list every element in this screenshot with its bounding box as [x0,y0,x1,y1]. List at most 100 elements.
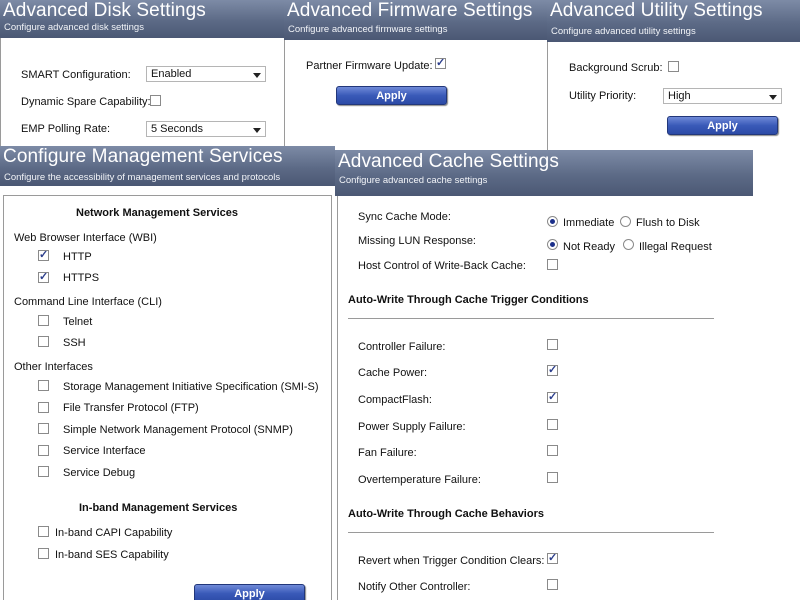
host-control-checkbox[interactable] [547,259,558,270]
smart-config-label: SMART Configuration: [21,69,131,81]
controller-failure-label: Controller Failure: [358,341,446,353]
section-divider [348,318,714,319]
https-label: HTTPS [63,272,100,284]
http-label: HTTP [63,251,92,263]
panel-border-right [331,195,332,600]
service-interface-checkbox[interactable] [38,445,49,456]
emp-polling-value: 5 Seconds [151,123,203,135]
host-control-label: Host Control of Write-Back Cache: [358,260,526,272]
disk-settings-panel: Advanced Disk Settings Configure advance… [0,0,285,146]
management-services-header: Configure Management Services Configure … [0,146,335,186]
smis-label: Storage Management Initiative Specificat… [63,381,319,393]
panel-title: Configure Management Services [3,146,283,167]
inband-ses-label: In-band SES Capability [55,549,169,561]
fan-failure-checkbox[interactable] [547,445,558,456]
service-debug-checkbox[interactable] [38,466,49,477]
service-interface-label: Service Interface [63,445,146,457]
divider [284,40,285,146]
chevron-down-icon [769,95,777,100]
smis-checkbox[interactable] [38,380,49,391]
panel-title: Advanced Disk Settings [3,0,206,21]
utility-settings-panel: Advanced Utility Settings Configure adva… [547,0,800,152]
ftp-checkbox[interactable] [38,402,49,413]
ssh-label: SSH [63,337,86,349]
notify-controller-checkbox[interactable] [547,579,558,590]
missing-lun-label: Missing LUN Response: [358,235,476,247]
dynamic-spare-label: Dynamic Spare Capability: [21,96,151,108]
inband-ses-checkbox[interactable] [38,548,49,559]
emp-polling-select[interactable]: 5 Seconds [146,121,266,137]
lun-illegal-request-label: Illegal Request [639,241,712,253]
ftp-label: File Transfer Protocol (FTP) [63,402,199,414]
psu-failure-label: Power Supply Failure: [358,421,466,433]
smart-config-select[interactable]: Enabled [146,66,266,82]
utility-priority-select[interactable]: High [663,88,782,104]
cache-power-checkbox[interactable] [547,363,558,376]
panel-subtitle: Configure advanced cache settings [339,175,488,186]
sync-flush-radio[interactable] [620,216,631,227]
dynamic-spare-checkbox[interactable] [150,95,161,106]
cli-group-label: Command Line Interface (CLI) [14,296,162,308]
other-interfaces-label: Other Interfaces [14,361,93,373]
lun-not-ready-label: Not Ready [563,241,615,253]
divider [0,38,1,146]
panel-title: Advanced Cache Settings [338,151,559,172]
chevron-down-icon [253,73,261,78]
divider [547,42,548,152]
snmp-checkbox[interactable] [38,423,49,434]
telnet-label: Telnet [63,316,93,328]
sync-immediate-radio[interactable] [547,216,558,227]
chevron-down-icon [253,128,261,133]
cache-settings-header: Advanced Cache Settings Configure advanc… [335,150,753,196]
partner-firmware-checkbox[interactable] [435,56,446,69]
overtemp-failure-label: Overtemperature Failure: [358,474,481,486]
ssh-checkbox[interactable] [38,336,49,347]
partner-firmware-label: Partner Firmware Update: [306,60,433,72]
lun-not-ready-radio[interactable] [547,239,558,250]
background-scrub-checkbox[interactable] [668,61,679,72]
snmp-label: Simple Network Management Protocol (SNMP… [63,424,293,436]
cache-settings-panel: Advanced Cache Settings Configure advanc… [335,150,753,600]
panel-subtitle: Configure advanced utility settings [551,26,696,37]
telnet-checkbox[interactable] [38,315,49,326]
trigger-conditions-heading: Auto-Write Through Cache Trigger Conditi… [348,294,589,306]
service-debug-label: Service Debug [63,467,136,479]
sync-cache-label: Sync Cache Mode: [358,211,451,223]
inband-management-heading: In-band Management Services [79,502,238,514]
firmware-settings-header: Advanced Firmware Settings Configure adv… [284,0,548,40]
utility-apply-button[interactable]: Apply [667,116,778,135]
cache-power-label: Cache Power: [358,367,428,379]
utility-priority-label: Utility Priority: [569,90,637,102]
lun-illegal-request-radio[interactable] [623,239,634,250]
section-divider [348,532,714,533]
inband-capi-checkbox[interactable] [38,526,49,537]
panel-subtitle: Configure advanced firmware settings [288,24,448,35]
management-services-panel: Configure Management Services Configure … [0,146,335,600]
sync-immediate-label: Immediate [563,217,615,229]
smart-config-value: Enabled [151,68,192,80]
network-management-heading: Network Management Services [76,207,239,219]
psu-failure-checkbox[interactable] [547,419,558,430]
http-checkbox[interactable] [38,248,49,261]
firmware-apply-button[interactable]: Apply [336,86,447,105]
panel-border-left [3,195,4,600]
compactflash-checkbox[interactable] [547,390,558,403]
fan-failure-label: Fan Failure: [358,447,417,459]
panel-subtitle: Configure the accessibility of managemen… [4,172,281,183]
panel-border-top [3,195,331,196]
firmware-settings-panel: Advanced Firmware Settings Configure adv… [284,0,548,146]
panel-title: Advanced Firmware Settings [287,0,533,21]
behaviors-heading: Auto-Write Through Cache Behaviors [348,508,544,520]
overtemp-failure-checkbox[interactable] [547,472,558,483]
background-scrub-label: Background Scrub: [569,62,663,74]
revert-trigger-checkbox[interactable] [547,551,558,564]
utility-priority-value: High [668,90,691,102]
controller-failure-checkbox[interactable] [547,339,558,350]
wbi-group-label: Web Browser Interface (WBI) [14,232,157,244]
https-checkbox[interactable] [38,270,49,283]
disk-settings-header: Advanced Disk Settings Configure advance… [0,0,285,38]
panel-title: Advanced Utility Settings [550,0,763,21]
management-apply-button[interactable]: Apply [194,584,305,600]
utility-settings-header: Advanced Utility Settings Configure adva… [547,0,800,42]
compactflash-label: CompactFlash: [358,394,432,406]
